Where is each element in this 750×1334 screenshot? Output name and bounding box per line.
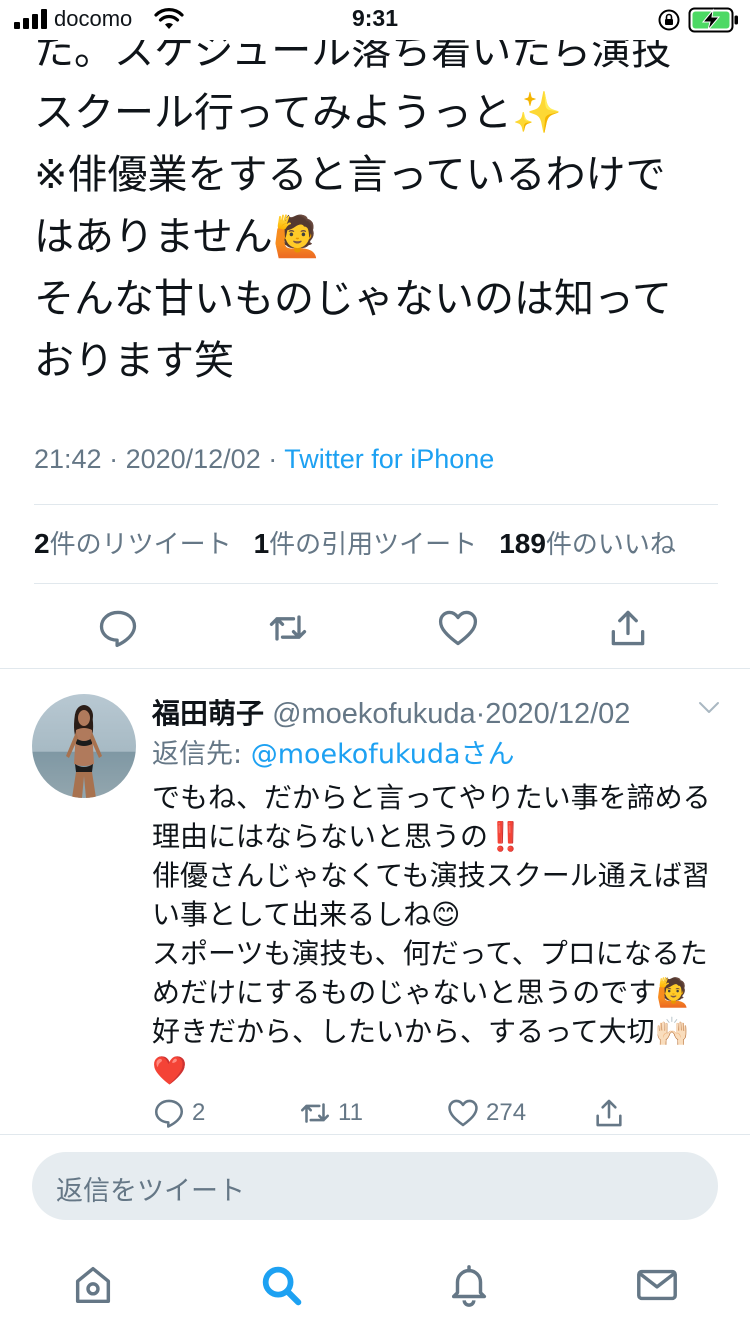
- reply-author-name[interactable]: 福田萌子: [152, 697, 264, 730]
- like-icon: [448, 1099, 478, 1127]
- reply-like-count: 274: [486, 1099, 527, 1126]
- quotes-stat[interactable]: 1件の引用ツイート: [254, 524, 478, 561]
- reply-icon: [154, 1099, 184, 1128]
- divider: [34, 583, 718, 584]
- avatar-photo: [32, 694, 136, 798]
- reply-text: でもね、だからと言ってやりたい事を諦める 理由にはならないと思うの‼️ 俳優さん…: [152, 781, 711, 1087]
- likes-stat[interactable]: 189件のいいね: [499, 524, 676, 561]
- retweet-label: 件のリツイート: [49, 530, 232, 560]
- reply-retweet-count: 11: [338, 1099, 363, 1126]
- meta-separator: ·: [260, 444, 285, 474]
- compose-placeholder: 返信をツイート: [56, 1176, 245, 1207]
- tweet-text: た。スケジュール落ち着いたら演技 スクール行ってみようっと✨ ※俳優業をすると言…: [34, 28, 672, 384]
- quote-label: 件の引用ツイート: [269, 530, 478, 560]
- status-bar: docomo 9:31: [0, 0, 750, 40]
- reply-compose-input[interactable]: 返信をツイート: [32, 1152, 718, 1220]
- divider: [0, 1134, 750, 1135]
- reply-author-handle[interactable]: @moekofukuda: [264, 698, 476, 730]
- clock: 9:31: [351, 5, 399, 31]
- reply-share-button[interactable]: [592, 1096, 626, 1130]
- reply-date: 2020/12/02: [485, 698, 631, 730]
- like-icon[interactable]: [436, 606, 480, 650]
- lock-rotation-icon: [658, 9, 680, 31]
- battery-charging-icon: [688, 7, 738, 33]
- bottom-tab-bar: [0, 1240, 750, 1334]
- share-icon: [596, 1099, 622, 1127]
- meta-separator: ·: [475, 698, 486, 730]
- divider: [34, 504, 718, 505]
- notifications-icon[interactable]: [446, 1262, 492, 1308]
- tweet-action-bar: [0, 600, 750, 656]
- divider: [0, 668, 750, 669]
- reply-like-button[interactable]: 274: [446, 1096, 526, 1130]
- tweet-time: 21:42: [34, 444, 102, 474]
- tweet-date: 2020/12/02: [125, 444, 261, 474]
- messages-icon[interactable]: [634, 1262, 680, 1308]
- reply-retweet-button[interactable]: 11: [298, 1096, 363, 1130]
- reply-to-line: 返信先: @moekofukudaさん: [152, 732, 515, 771]
- reply-header: 福田萌子 @moekofukuda·2020/12/02: [152, 692, 630, 732]
- reply-reply-count: 2: [192, 1099, 206, 1126]
- like-label: 件のいいね: [545, 530, 676, 560]
- meta-separator: ·: [101, 444, 126, 474]
- like-count: 189: [499, 528, 546, 559]
- reply-icon[interactable]: [96, 606, 140, 650]
- reply-to-label: 返信先:: [152, 739, 251, 770]
- reply-reply-button[interactable]: 2: [152, 1096, 205, 1130]
- retweets-stat[interactable]: 2件のリツイート: [34, 524, 232, 561]
- tweet-stats: 2件のリツイート 1件の引用ツイート 189件のいいね: [34, 524, 676, 561]
- chevron-down-icon[interactable]: [697, 700, 721, 716]
- tweet-meta: 21:42 · 2020/12/02 · Twitter for iPhone: [34, 444, 494, 475]
- home-icon[interactable]: [70, 1262, 116, 1308]
- tweet-source-link[interactable]: Twitter for iPhone: [284, 444, 494, 474]
- retweet-count: 2: [34, 528, 50, 559]
- avatar[interactable]: [32, 694, 136, 798]
- retweet-icon[interactable]: [266, 606, 310, 650]
- share-icon[interactable]: [606, 606, 650, 650]
- retweet-icon: [300, 1103, 330, 1123]
- search-icon[interactable]: [258, 1262, 304, 1308]
- reply-to-user-link[interactable]: @moekofukudaさん: [251, 739, 515, 770]
- quote-count: 1: [253, 528, 270, 559]
